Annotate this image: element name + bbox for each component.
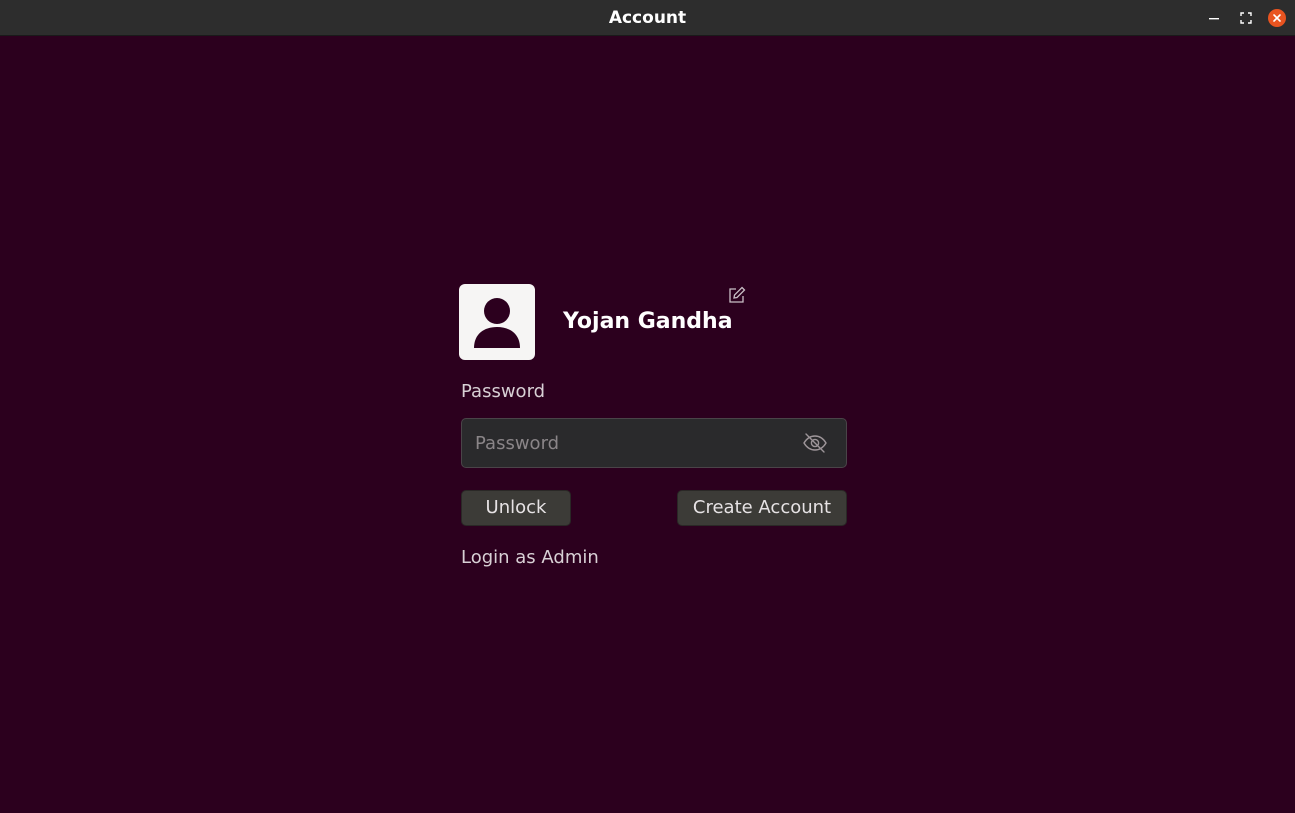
title-bar[interactable]: Account bbox=[0, 0, 1295, 36]
toggle-password-visibility[interactable] bbox=[802, 432, 828, 454]
password-input[interactable] bbox=[462, 419, 792, 467]
password-field[interactable] bbox=[461, 418, 847, 468]
edit-icon bbox=[729, 286, 746, 303]
edit-profile-button[interactable] bbox=[727, 285, 747, 305]
window-title: Account bbox=[608, 8, 687, 28]
login-as-admin-link[interactable]: Login as Admin bbox=[461, 545, 599, 571]
minimize-icon bbox=[1209, 18, 1219, 20]
user-name: Yojan Gandha bbox=[563, 309, 733, 334]
unlock-button[interactable]: Unlock bbox=[461, 490, 571, 526]
close-button[interactable] bbox=[1268, 9, 1286, 27]
user-icon bbox=[474, 298, 520, 348]
avatar bbox=[459, 284, 535, 360]
maximize-icon bbox=[1240, 12, 1252, 24]
close-icon bbox=[1268, 9, 1286, 27]
create-account-button[interactable]: Create Account bbox=[677, 490, 847, 526]
eye-slash-icon bbox=[803, 433, 827, 453]
minimize-button[interactable] bbox=[1205, 9, 1223, 27]
maximize-button[interactable] bbox=[1237, 9, 1255, 27]
password-label: Password bbox=[461, 381, 546, 402]
account-window: Account Yojan Gandha Password Unlock Cre… bbox=[0, 0, 1295, 813]
